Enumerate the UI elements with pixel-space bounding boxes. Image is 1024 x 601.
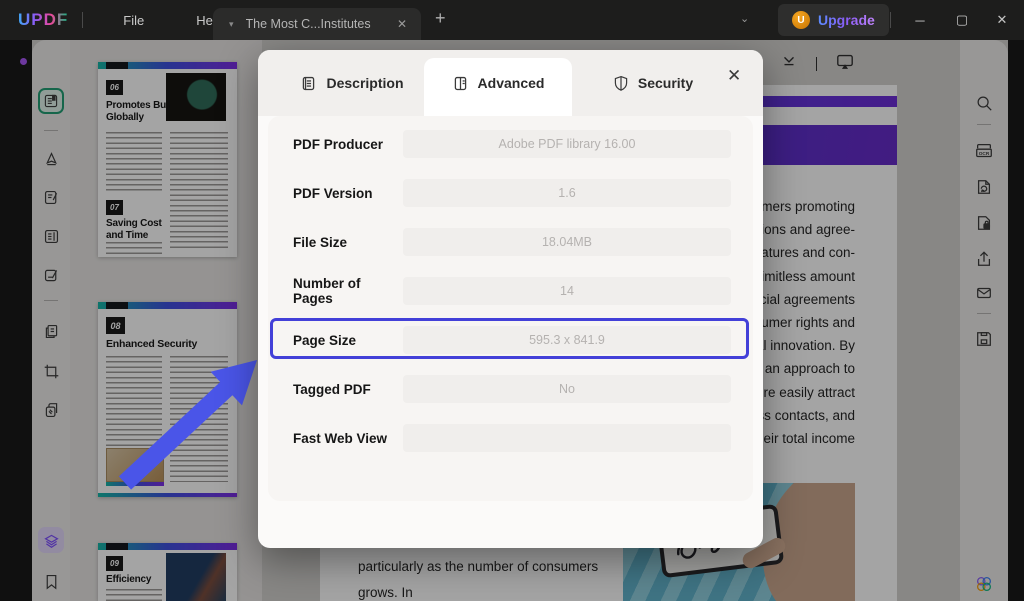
tab-label: Advanced (478, 75, 545, 91)
dialog-close-icon[interactable]: ✕ (727, 66, 741, 86)
field-row-pdf-producer: PDF Producer Adobe PDF library 16.00 (293, 130, 731, 158)
new-tab-button[interactable]: + (435, 8, 446, 29)
tab-chevron-icon[interactable]: ▾ (229, 19, 234, 30)
upgrade-button[interactable]: U Upgrade (778, 4, 889, 36)
collapse-chevron-icon[interactable]: ⌄ (740, 12, 749, 25)
tab-label: Security (638, 75, 693, 91)
window-maximize-button[interactable]: ▢ (942, 0, 982, 40)
description-icon (300, 75, 317, 92)
upgrade-badge-icon: U (792, 11, 810, 29)
page-size-highlight-border (270, 318, 749, 359)
titlebar-divider (82, 12, 83, 28)
fast-web-view-value[interactable] (403, 424, 731, 452)
document-tab[interactable]: ▾ The Most C...Institutes ✕ (213, 8, 421, 40)
field-label: PDF Version (293, 186, 403, 201)
dialog-fields-panel: PDF Producer Adobe PDF library 16.00 PDF… (268, 116, 753, 501)
tab-security[interactable]: Security (588, 50, 718, 116)
tagged-pdf-value[interactable]: No (403, 375, 731, 403)
field-label: Number of Pages (293, 276, 403, 306)
tab-title: The Most C...Institutes (246, 17, 383, 31)
tab-close-icon[interactable]: ✕ (397, 17, 407, 31)
upgrade-label: Upgrade (818, 12, 875, 28)
window-close-button[interactable]: ✕ (982, 0, 1022, 40)
field-row-number-of-pages: Number of Pages 14 (293, 277, 731, 305)
field-row-fast-web-view: Fast Web View (293, 424, 731, 452)
advanced-icon (452, 75, 469, 92)
window-minimize-button[interactable]: ─ (900, 0, 940, 40)
file-size-value[interactable]: 18.04MB (403, 228, 731, 256)
updf-app-window: UPDF File Help ▾ The Most C...Institutes… (0, 0, 1024, 601)
security-shield-icon (613, 75, 629, 91)
pdf-producer-value[interactable]: Adobe PDF library 16.00 (403, 130, 731, 158)
pdf-version-value[interactable]: 1.6 (403, 179, 731, 207)
menu-file[interactable]: File (97, 13, 170, 28)
tab-label: Description (326, 75, 403, 91)
updf-logo: UPDF (18, 10, 68, 30)
tab-advanced[interactable]: Advanced (430, 50, 566, 116)
field-label: Fast Web View (293, 431, 403, 446)
field-label: PDF Producer (293, 137, 403, 152)
titlebar-divider-2 (890, 12, 891, 28)
document-properties-dialog: Description Advanced Security PDF Produc… (258, 50, 763, 548)
field-row-tagged-pdf: Tagged PDF No (293, 375, 731, 403)
field-row-file-size: File Size 18.04MB (293, 228, 731, 256)
field-label: Tagged PDF (293, 382, 403, 397)
titlebar: UPDF File Help ▾ The Most C...Institutes… (0, 0, 1024, 40)
tab-description[interactable]: Description (282, 50, 422, 116)
number-of-pages-value[interactable]: 14 (403, 277, 731, 305)
field-label: File Size (293, 235, 403, 250)
field-row-pdf-version: PDF Version 1.6 (293, 179, 731, 207)
